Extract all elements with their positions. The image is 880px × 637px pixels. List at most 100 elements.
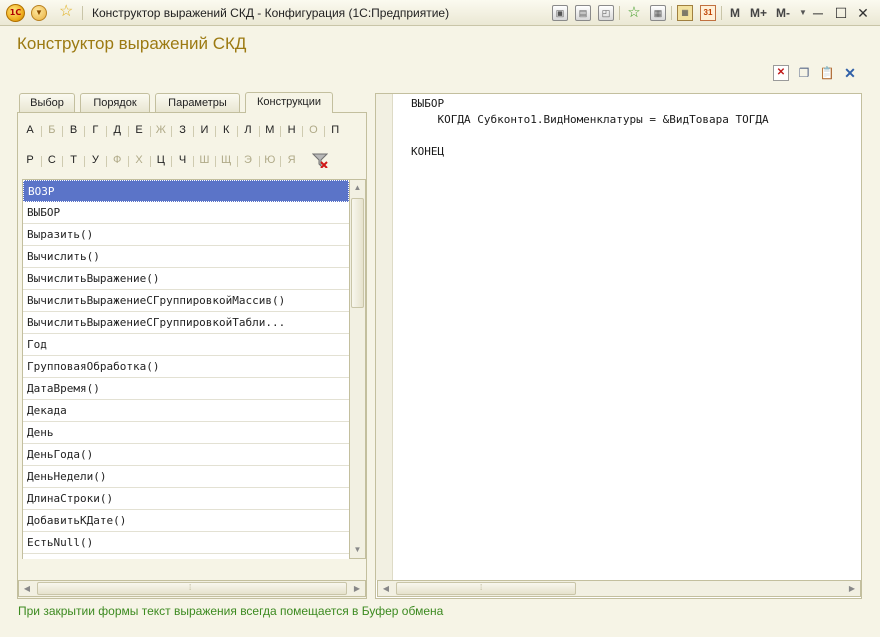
list-item[interactable]: ВычислитьВыражениеСГруппировкойТабли... — [23, 312, 349, 334]
letter-separator — [127, 126, 129, 137]
alphabet-letter[interactable]: М — [262, 124, 278, 136]
alphabet-letter[interactable]: Р — [22, 154, 38, 166]
list-item[interactable]: ГрупповаяОбработка() — [23, 356, 349, 378]
tab-select[interactable]: Выбор — [19, 93, 75, 112]
code-line[interactable]: ВЫБОР — [411, 96, 769, 112]
memory-add-button[interactable]: M+ — [750, 6, 767, 20]
save-icon[interactable]: ▣ — [552, 5, 568, 21]
favorite-star-icon[interactable]: ☆ — [59, 3, 73, 21]
scroll-left-icon[interactable]: ◀ — [19, 581, 35, 596]
list-item[interactable]: ЕстьNull() — [23, 532, 349, 554]
copy-icon[interactable]: ❐ — [796, 65, 812, 81]
scroll-thumb[interactable] — [37, 582, 347, 595]
scroll-left-icon[interactable]: ◀ — [378, 581, 394, 596]
list-item[interactable]: ВОЗР — [23, 180, 349, 202]
letter-separator — [193, 126, 195, 137]
list-item[interactable]: ВычислитьВыражениеСГруппировкойМассив() — [23, 290, 349, 312]
alphabet-letter[interactable]: У — [87, 154, 103, 166]
logo-icon[interactable]: 1С — [6, 4, 25, 22]
alphabet-letter[interactable]: О — [305, 124, 321, 136]
scroll-thumb[interactable] — [351, 198, 364, 308]
alphabet-letter[interactable]: А — [22, 124, 38, 136]
letter-separator — [323, 126, 325, 137]
scroll-right-icon[interactable]: ▶ — [349, 581, 365, 596]
code-line[interactable] — [411, 128, 769, 144]
tab-constructs[interactable]: Конструкции — [245, 92, 333, 113]
code-line[interactable]: КОНЕЦ — [411, 144, 769, 160]
alphabet-letter[interactable]: И — [196, 124, 212, 136]
editor-horizontal-scrollbar[interactable]: ◀ ⁞ ▶ — [377, 580, 861, 597]
scroll-right-icon[interactable]: ▶ — [844, 581, 860, 596]
scroll-thumb[interactable] — [396, 582, 576, 595]
alphabet-letter[interactable]: С — [44, 154, 60, 166]
memory-store-button[interactable]: M — [730, 6, 740, 20]
minimize-button[interactable]: ─ — [808, 3, 828, 23]
alphabet-letter[interactable]: З — [175, 124, 191, 136]
scroll-grip-icon: ⁞ — [189, 583, 192, 592]
alphabet-letter[interactable]: Б — [44, 124, 60, 136]
toolbar-separator — [82, 6, 83, 20]
letter-separator — [105, 156, 107, 167]
alphabet-letter[interactable]: Я — [284, 154, 300, 166]
alphabet-letter[interactable]: Э — [240, 154, 256, 166]
list-item[interactable]: ВычислитьВыражение() — [23, 268, 349, 290]
letter-separator — [84, 156, 86, 167]
alphabet-letter[interactable]: Т — [66, 154, 82, 166]
memory-subtract-button[interactable]: M- — [776, 6, 790, 20]
alphabet-letter[interactable]: К — [218, 124, 234, 136]
calendar-icon[interactable]: 31 — [700, 5, 716, 21]
tab-parameters[interactable]: Параметры — [155, 93, 240, 112]
alphabet-letter[interactable]: Щ — [218, 154, 234, 166]
alphabet-letter[interactable]: Х — [131, 154, 147, 166]
menu-dropdown-icon[interactable]: ▼ — [31, 5, 47, 21]
alphabet-letter[interactable]: Д — [109, 124, 125, 136]
tab-order[interactable]: Порядок — [80, 93, 150, 112]
delete-icon[interactable]: ✕ — [773, 65, 789, 81]
scroll-up-icon[interactable]: ▲ — [350, 180, 365, 196]
clear-filter-icon[interactable] — [312, 152, 328, 168]
history-icon[interactable]: ▦ — [650, 5, 666, 21]
letter-separator — [280, 126, 282, 137]
alphabet-letter[interactable]: Ц — [153, 154, 169, 166]
constructs-list[interactable]: ВОЗР ВЫБОР Выразить() Вычислить() ВычислитьВ… — [22, 179, 349, 559]
list-vertical-scrollbar[interactable]: ▲ ▼ — [349, 179, 366, 559]
expression-editor[interactable]: ВЫБОР КОГДА Субконто1.ВидНоменклатуры = … — [375, 93, 862, 599]
maximize-button[interactable]: ☐ — [831, 3, 851, 23]
alphabet-letter[interactable]: Ч — [175, 154, 191, 166]
calculator-icon[interactable]: ▦ — [677, 5, 693, 21]
list-item[interactable]: Выразить() — [23, 224, 349, 246]
print-icon[interactable]: ▤ — [575, 5, 591, 21]
letter-separator — [214, 156, 216, 167]
alphabet-letter[interactable]: Г — [87, 124, 103, 136]
list-item[interactable]: День — [23, 422, 349, 444]
alphabet-letter[interactable]: Е — [131, 124, 147, 136]
alphabet-letter[interactable]: П — [327, 124, 343, 136]
letter-separator — [302, 126, 304, 137]
close-icon[interactable]: ✕ — [842, 65, 858, 81]
alphabet-letter[interactable]: Н — [284, 124, 300, 136]
preview-icon[interactable]: ◰ — [598, 5, 614, 21]
alphabet-letter[interactable]: Ж — [153, 124, 169, 136]
paste-icon[interactable]: 📋 — [819, 65, 835, 81]
alphabet-letter[interactable]: В — [66, 124, 82, 136]
code-line[interactable]: КОГДА Субконто1.ВидНоменклатуры = &ВидТо… — [411, 112, 768, 128]
expression-text[interactable]: ВЫБОР КОГДА Субконто1.ВидНоменклатуры = … — [411, 96, 769, 160]
alphabet-letter[interactable]: Ю — [262, 154, 278, 166]
list-item[interactable]: ДобавитьКДате() — [23, 510, 349, 532]
add-favorite-icon[interactable]: ☆ — [626, 5, 642, 21]
list-item[interactable]: ВЫБОР — [23, 202, 349, 224]
list-item[interactable]: ДеньГода() — [23, 444, 349, 466]
alphabet-letter[interactable]: Л — [240, 124, 256, 136]
list-item[interactable]: ДеньНедели() — [23, 466, 349, 488]
list-item[interactable]: ДатаВремя() — [23, 378, 349, 400]
alphabet-letter[interactable]: Ш — [196, 154, 212, 166]
list-item[interactable]: ДлинаСтроки() — [23, 488, 349, 510]
close-window-button[interactable]: ✕ — [853, 3, 873, 23]
scroll-down-icon[interactable]: ▼ — [350, 542, 365, 558]
window-title: Конструктор выражений СКД - Конфигурация… — [92, 6, 450, 20]
alphabet-letter[interactable]: Ф — [109, 154, 125, 166]
list-horizontal-scrollbar[interactable]: ◀ ⁞ ▶ — [18, 580, 366, 597]
list-item[interactable]: Год — [23, 334, 349, 356]
list-item[interactable]: Декада — [23, 400, 349, 422]
list-item[interactable]: Вычислить() — [23, 246, 349, 268]
